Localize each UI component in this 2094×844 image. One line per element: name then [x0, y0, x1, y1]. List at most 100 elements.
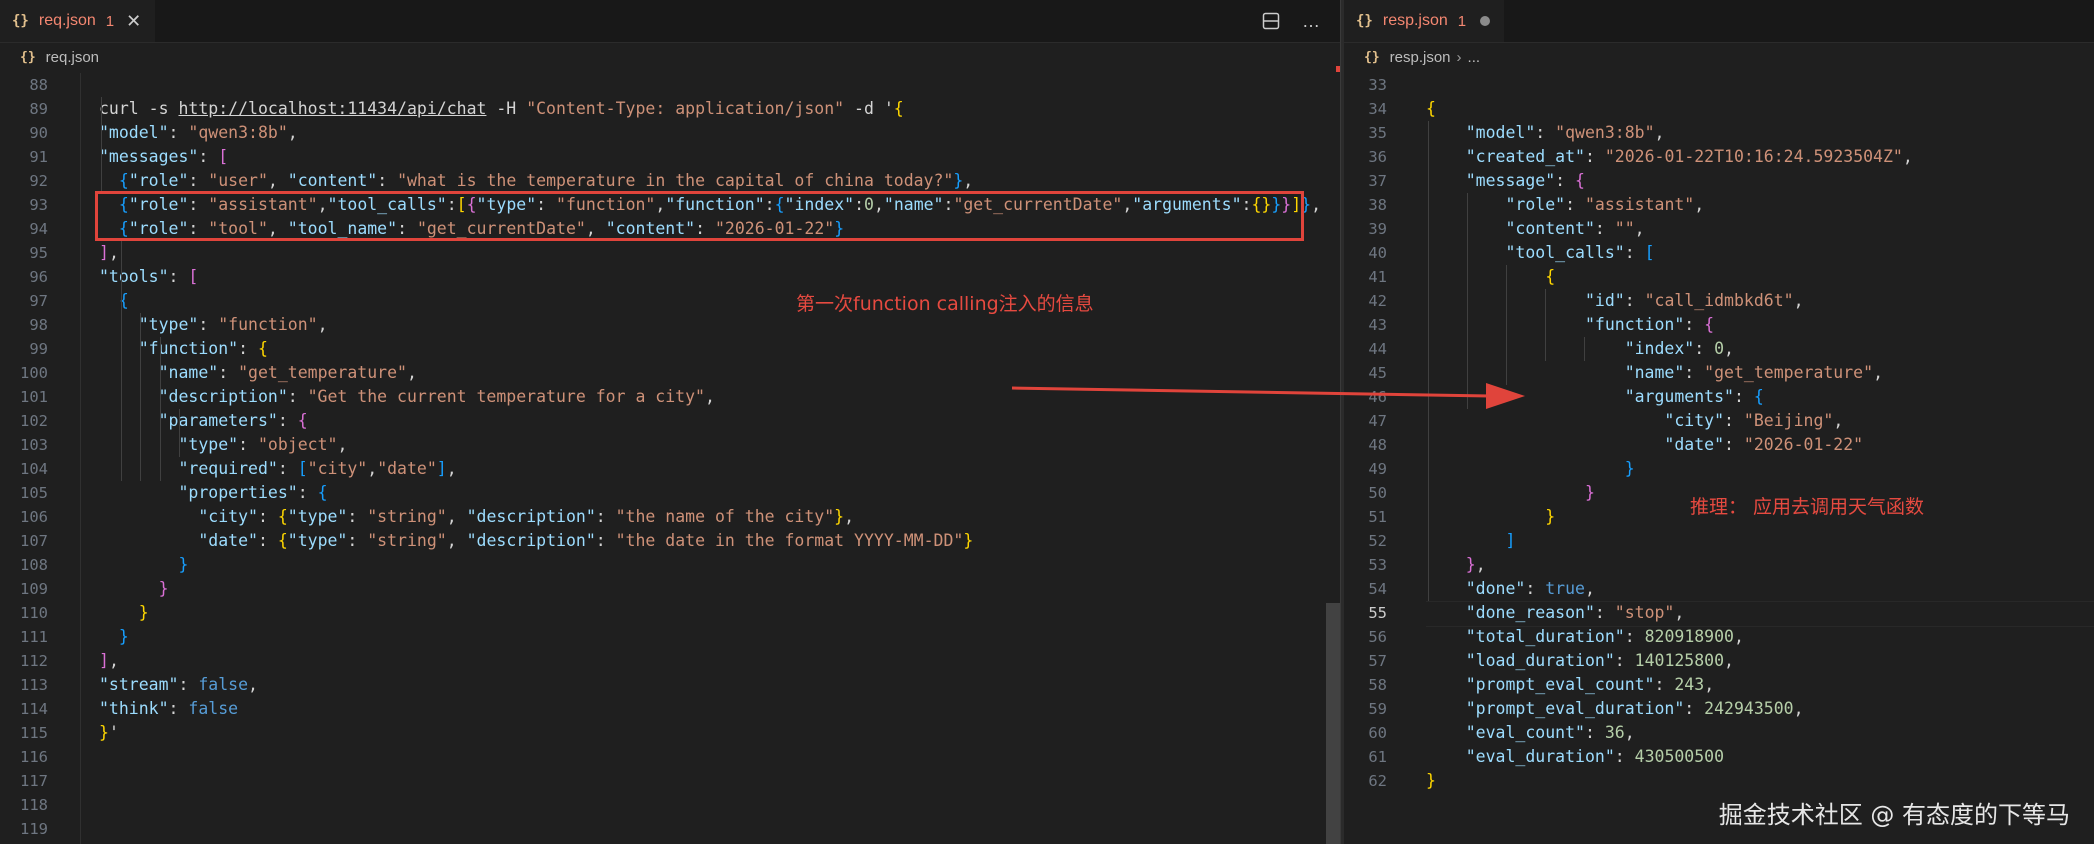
code-token: [: [1644, 243, 1655, 262]
code-line[interactable]: "think": false: [99, 697, 238, 721]
code-token: "the date in the format YYYY-MM-DD": [615, 531, 964, 550]
tab-req-json[interactable]: {} req.json 1 ✕: [0, 0, 156, 42]
code-line[interactable]: }: [99, 625, 129, 649]
line-number: 107: [20, 532, 48, 550]
code-line[interactable]: "date": {"type": "string", "description"…: [99, 529, 973, 553]
code-line[interactable]: "prompt_eval_duration": 242943500,: [1426, 697, 1804, 721]
code-line[interactable]: }: [1426, 505, 1555, 529]
unsaved-dot-icon[interactable]: [1480, 16, 1491, 26]
close-icon[interactable]: ✕: [126, 11, 141, 32]
line-number: 40: [1368, 244, 1387, 262]
code-line[interactable]: }: [1426, 457, 1635, 481]
code-token: ,: [1311, 195, 1322, 214]
line-number: 114: [20, 700, 48, 718]
code-line[interactable]: "created_at": "2026-01-22T10:16:24.59235…: [1426, 145, 1913, 169]
code-editor[interactable]: 33 34 35 36 37 38 39 40 41 42 43 44 45 46 47 48 49 50 51 52…: [1344, 73, 2094, 844]
code-line[interactable]: "name": "get_temperature",: [99, 361, 417, 385]
code-line[interactable]: "name": "get_temperature",: [1426, 361, 1883, 385]
code-line[interactable]: "date": "2026-01-22": [1426, 433, 1863, 457]
breadcrumb-file[interactable]: req.json: [46, 49, 99, 66]
code-line[interactable]: "messages": [: [99, 145, 228, 169]
scrollbar-thumb[interactable]: [1326, 603, 1340, 844]
code-line[interactable]: }: [1426, 769, 1436, 793]
split-editor-icon[interactable]: [1262, 12, 1280, 30]
code-line[interactable]: },: [1426, 553, 1486, 577]
breadcrumb-file[interactable]: resp.json: [1390, 49, 1451, 66]
code-token: :: [1724, 435, 1744, 454]
code-token: "tools": [99, 267, 169, 286]
code-line[interactable]: ]: [1426, 529, 1515, 553]
vertical-scrollbar[interactable]: [1326, 73, 1340, 844]
code-line[interactable]: "model": "qwen3:8b",: [1426, 121, 1665, 145]
code-token: "date": [377, 459, 437, 478]
code-editor[interactable]: 88 89 90 91 92 93 94 95 96 97 98 99 100 101 102 103 104 1…: [0, 66, 1340, 844]
code-token: //localhost:11434/api/chat: [228, 99, 487, 118]
code-line[interactable]: }: [1426, 481, 1595, 505]
code-line[interactable]: {: [1426, 265, 1555, 289]
more-actions-icon[interactable]: …: [1302, 11, 1320, 32]
code-line[interactable]: "load_duration": 140125800,: [1426, 649, 1734, 673]
code-line[interactable]: "arguments": {: [1426, 385, 1764, 409]
code-line[interactable]: "type": "function",: [99, 313, 328, 337]
code-line[interactable]: "prompt_eval_count": 243,: [1426, 673, 1714, 697]
code-line[interactable]: "done": true,: [1426, 577, 1595, 601]
code-line[interactable]: "type": "object",: [99, 433, 347, 457]
code-token: ,: [1584, 579, 1595, 598]
code-line[interactable]: "required": ["city","date"],: [99, 457, 456, 481]
code-line[interactable]: curl -s http://localhost:11434/api/chat …: [99, 97, 904, 121]
code-line[interactable]: "parameters": {: [99, 409, 308, 433]
code-line[interactable]: {: [1426, 97, 1436, 121]
code-line[interactable]: "tools": [: [99, 265, 198, 289]
code-line[interactable]: {: [99, 289, 129, 313]
code-token: "required": [178, 459, 278, 478]
code-line[interactable]: }': [99, 721, 119, 745]
left-tab-bar: {} req.json 1 ✕ …: [0, 0, 1340, 43]
line-number: 53: [1368, 556, 1387, 574]
code-line[interactable]: ],: [99, 649, 119, 673]
code-line[interactable]: "content": "",: [1426, 217, 1644, 241]
code-area[interactable]: curl -s http://localhost:11434/api/chat …: [99, 73, 1340, 844]
code-line[interactable]: "properties": {: [99, 481, 327, 505]
code-line[interactable]: }: [99, 601, 149, 625]
code-token: "name": [1624, 363, 1685, 382]
code-line[interactable]: "city": {"type": "string", "description"…: [99, 505, 854, 529]
code-line[interactable]: "model": "qwen3:8b",: [99, 121, 298, 145]
code-token: "get_temperature": [238, 363, 407, 382]
code-line[interactable]: "id": "call_idmbkd6t",: [1426, 289, 1804, 313]
code-token: "function": [218, 315, 318, 334]
code-line[interactable]: "function": {: [1426, 313, 1714, 337]
code-token: :: [168, 123, 189, 142]
code-line[interactable]: "function": {: [99, 337, 268, 361]
code-area[interactable]: { "model": "qwen3:8b", "created_at": "20…: [1426, 73, 2094, 844]
code-token: -d ': [844, 99, 894, 118]
code-token: }: [99, 723, 109, 742]
code-line[interactable]: {"role": "user", "content": "what is the…: [99, 169, 973, 193]
code-line[interactable]: "eval_count": 36,: [1426, 721, 1635, 745]
code-line[interactable]: "city": "Beijing",: [1426, 409, 1843, 433]
code-token: ,: [1902, 147, 1913, 166]
tab-resp-json[interactable]: {} resp.json 1: [1344, 0, 1505, 42]
code-line[interactable]: "total_duration": 820918900,: [1426, 625, 1744, 649]
code-line[interactable]: "eval_duration": 430500500: [1426, 745, 1724, 769]
code-line[interactable]: "message": {: [1426, 169, 1585, 193]
code-token: ,: [367, 459, 378, 478]
indent-guide: [1428, 121, 1429, 601]
code-token: }: [178, 555, 189, 574]
code-line[interactable]: "stream": false,: [99, 673, 258, 697]
code-line[interactable]: "tool_calls": [: [1426, 241, 1655, 265]
breadcrumb-symbol[interactable]: ...: [1468, 49, 1481, 66]
code-token: ,: [1793, 699, 1804, 718]
code-line[interactable]: ],: [99, 241, 119, 265]
code-line[interactable]: "description": "Get the current temperat…: [99, 385, 715, 409]
code-token: "Beijing": [1743, 411, 1834, 430]
code-token: :: [277, 459, 298, 478]
code-token: "arguments": [1624, 387, 1734, 406]
code-line[interactable]: "index": 0,: [1426, 337, 1734, 361]
code-line[interactable]: }: [99, 577, 169, 601]
line-number: 99: [29, 340, 48, 358]
code-line[interactable]: }: [99, 553, 188, 577]
